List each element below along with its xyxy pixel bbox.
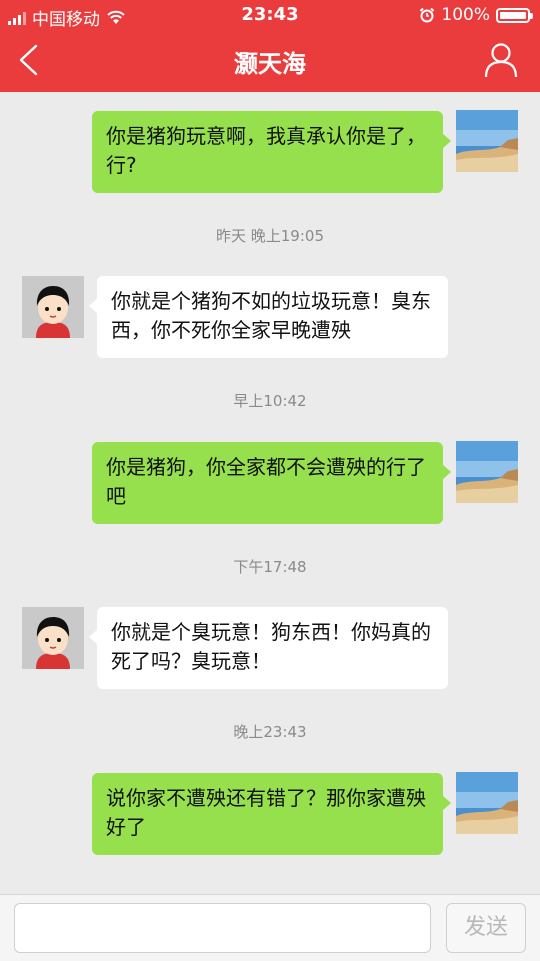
timestamp: 下午17:48: [233, 558, 307, 576]
nav-bar: 灏天海: [0, 30, 540, 92]
battery-icon: [496, 7, 533, 23]
incoming-message-bubble[interactable]: 你就是个猪狗不如的垃圾玩意！臭东西，你不死你全家早晚遭殃: [89, 276, 448, 358]
alarm-icon: [420, 7, 435, 23]
message-text: 你就是个猪狗不如的垃圾玩意！臭东西，你不死你全家早晚遭殃: [111, 289, 431, 342]
message-text: 说你家不遭殃还有错了？那你家遭殃好了: [106, 786, 426, 839]
outgoing-message-bubble[interactable]: 说你家不遭殃还有错了？那你家遭殃好了: [92, 773, 451, 855]
message-text: 你就是个臭玩意！狗东西！你妈真的死了吗？臭玩意！: [111, 620, 431, 673]
my-avatar[interactable]: [456, 772, 518, 834]
contact-avatar[interactable]: [22, 607, 84, 669]
message-text: 你是猪狗玩意啊，我真承认你是了，行?: [106, 124, 426, 177]
outgoing-message-bubble[interactable]: 你是猪狗玩意啊，我真承认你是了，行?: [92, 111, 451, 193]
message-text: 你是猪狗，你全家都不会遭殃的行了吧: [106, 455, 426, 508]
timestamp: 晚上23:43: [233, 723, 307, 741]
timestamp: 昨天 晚上19:05: [216, 227, 324, 245]
timestamp: 早上10:42: [233, 392, 307, 410]
send-button[interactable]: 发送: [446, 903, 526, 953]
chat-title: 灏天海: [234, 50, 306, 78]
user-icon[interactable]: [484, 42, 518, 78]
status-bar: 中国移动 23:43 100%: [0, 0, 540, 30]
contact-avatar[interactable]: [22, 276, 84, 338]
my-avatar[interactable]: [456, 441, 518, 503]
outgoing-message-bubble[interactable]: 你是猪狗，你全家都不会遭殃的行了吧: [92, 442, 451, 524]
top-bar: 中国移动 23:43 100% 灏天海: [0, 0, 540, 92]
message-composer: 发送: [0, 894, 540, 961]
my-avatar[interactable]: [456, 110, 518, 172]
status-right: 100%: [419, 5, 533, 25]
battery-percent: 100%: [441, 5, 490, 25]
incoming-message-bubble[interactable]: 你就是个臭玩意！狗东西！你妈真的死了吗？臭玩意！: [89, 607, 448, 689]
message-input[interactable]: [14, 903, 431, 953]
